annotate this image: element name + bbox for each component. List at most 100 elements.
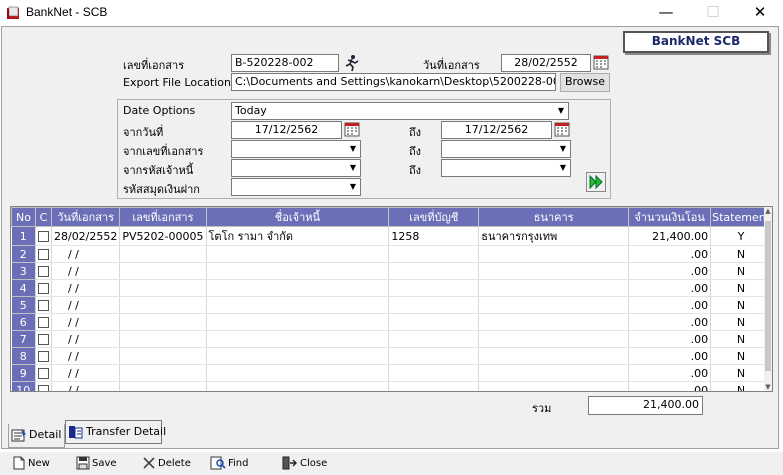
row-number-cell[interactable]: 8: [11, 347, 36, 365]
account-no-cell[interactable]: [388, 330, 480, 348]
column-header-doc-date[interactable]: วันที่เอกสาร: [50, 207, 121, 227]
checkbox-cell[interactable]: [35, 279, 52, 297]
creditor-name-cell[interactable]: [206, 245, 390, 263]
creditor-name-cell[interactable]: โตโก รามา จำกัด: [206, 226, 390, 246]
doc-no-cell[interactable]: [119, 279, 207, 297]
table-row[interactable]: 7 / / .00 N: [11, 330, 772, 348]
table-row[interactable]: 1 28/02/2552 PV5202-00005 โตโก รามา จำกัด 12…: [11, 226, 772, 246]
row-checkbox[interactable]: [37, 283, 49, 294]
bank-cell[interactable]: [478, 347, 630, 365]
doc-no-cell[interactable]: [119, 364, 207, 382]
checkbox-cell[interactable]: [35, 381, 52, 391]
table-row[interactable]: 3 / / .00 N: [11, 262, 772, 280]
table-row[interactable]: 10 / / .00 N: [11, 381, 772, 391]
account-no-cell[interactable]: [388, 262, 480, 280]
column-header-amount[interactable]: จำนวนเงินโอน: [628, 207, 712, 227]
account-no-cell[interactable]: [388, 313, 480, 331]
row-number-cell[interactable]: 4: [11, 279, 36, 297]
from-creditor-select[interactable]: ▼: [231, 159, 361, 177]
calendar-icon[interactable]: [344, 121, 360, 137]
statement-cell[interactable]: N: [710, 330, 772, 348]
scroll-down-icon[interactable]: ▼: [764, 383, 772, 391]
column-header-no[interactable]: No: [11, 207, 36, 227]
doc-date-cell[interactable]: / /: [51, 245, 121, 263]
to-doc-select[interactable]: ▼: [441, 140, 571, 158]
statement-cell[interactable]: N: [710, 279, 772, 297]
bank-cell[interactable]: [478, 313, 630, 331]
row-number-cell[interactable]: 6: [11, 313, 36, 331]
vertical-scrollbar[interactable]: ▲ ▼: [764, 207, 772, 391]
column-header-check[interactable]: C: [34, 207, 52, 227]
creditor-name-cell[interactable]: [206, 330, 390, 348]
amount-cell[interactable]: .00: [628, 279, 712, 297]
table-row[interactable]: 2 / / .00 N: [11, 245, 772, 263]
creditor-name-cell[interactable]: [206, 296, 390, 314]
doc-no-cell[interactable]: [119, 381, 207, 391]
table-row[interactable]: 8 / / .00 N: [11, 347, 772, 365]
doc-no-cell[interactable]: [119, 245, 207, 263]
from-date-field[interactable]: 17/12/2562: [231, 121, 342, 139]
doc-no-cell[interactable]: [119, 296, 207, 314]
checkbox-cell[interactable]: [35, 364, 52, 382]
tab-transfer-detail[interactable]: Transfer Detail: [65, 420, 166, 444]
chevron-down-icon[interactable]: ▼: [556, 160, 570, 176]
doc-no-cell[interactable]: [119, 347, 207, 365]
creditor-name-cell[interactable]: [206, 279, 390, 297]
amount-cell[interactable]: .00: [628, 245, 712, 263]
find-button[interactable]: Find: [210, 456, 249, 472]
row-number-cell[interactable]: 7: [11, 330, 36, 348]
row-number-cell[interactable]: 1: [11, 226, 36, 246]
checkbox-cell[interactable]: [35, 226, 52, 246]
scroll-thumb[interactable]: [765, 221, 771, 371]
table-row[interactable]: 6 / / .00 N: [11, 313, 772, 331]
account-no-cell[interactable]: [388, 381, 480, 391]
table-row[interactable]: 9 / / .00 N: [11, 364, 772, 382]
bank-cell[interactable]: [478, 245, 630, 263]
account-no-cell[interactable]: [388, 279, 480, 297]
amount-cell[interactable]: .00: [628, 330, 712, 348]
chevron-down-icon[interactable]: ▼: [556, 141, 570, 157]
chevron-down-icon[interactable]: ▼: [346, 141, 360, 157]
bank-cell[interactable]: [478, 330, 630, 348]
doc-date-cell[interactable]: / /: [51, 347, 121, 365]
deposit-book-select[interactable]: ▼: [231, 178, 361, 196]
runner-lookup-icon[interactable]: [343, 54, 361, 72]
amount-cell[interactable]: .00: [628, 262, 712, 280]
close-button[interactable]: Close: [282, 456, 327, 472]
calendar-icon[interactable]: [593, 54, 609, 70]
doc-date-cell[interactable]: / /: [51, 279, 121, 297]
bank-cell[interactable]: [478, 279, 630, 297]
account-no-cell[interactable]: [388, 245, 480, 263]
row-checkbox[interactable]: [37, 351, 49, 362]
amount-cell[interactable]: .00: [628, 313, 712, 331]
export-location-field[interactable]: C:\Documents and Settings\kanokarn\Deskt…: [231, 73, 556, 91]
statement-cell[interactable]: N: [710, 262, 772, 280]
doc-date-cell[interactable]: / /: [51, 381, 121, 391]
doc-date-cell[interactable]: / /: [51, 364, 121, 382]
row-checkbox[interactable]: [37, 300, 49, 311]
chevron-down-icon[interactable]: ▼: [554, 103, 568, 119]
close-window-button[interactable]: ✕: [737, 0, 783, 26]
bank-cell[interactable]: [478, 381, 630, 391]
creditor-name-cell[interactable]: [206, 347, 390, 365]
doc-date-field[interactable]: 28/02/2552: [501, 54, 591, 72]
table-row[interactable]: 5 / / .00 N: [11, 296, 772, 314]
bank-cell[interactable]: [478, 262, 630, 280]
scroll-up-icon[interactable]: ▲: [764, 207, 772, 215]
statement-cell[interactable]: N: [710, 245, 772, 263]
doc-date-cell[interactable]: 28/02/2552: [51, 226, 121, 246]
creditor-name-cell[interactable]: [206, 313, 390, 331]
creditor-name-cell[interactable]: [206, 262, 390, 280]
chevron-down-icon[interactable]: ▼: [346, 179, 360, 195]
row-checkbox[interactable]: [37, 231, 49, 242]
save-button[interactable]: Save: [76, 456, 117, 472]
doc-no-field[interactable]: B-520228-002: [231, 54, 339, 72]
maximize-button[interactable]: ☐: [690, 0, 736, 26]
amount-cell[interactable]: .00: [628, 296, 712, 314]
checkbox-cell[interactable]: [35, 313, 52, 331]
doc-date-cell[interactable]: / /: [51, 296, 121, 314]
column-header-statement[interactable]: Statement: [710, 207, 772, 227]
to-date-field[interactable]: 17/12/2562: [441, 121, 552, 139]
row-number-cell[interactable]: 9: [11, 364, 36, 382]
column-header-bank[interactable]: ธนาคาร: [478, 207, 630, 227]
